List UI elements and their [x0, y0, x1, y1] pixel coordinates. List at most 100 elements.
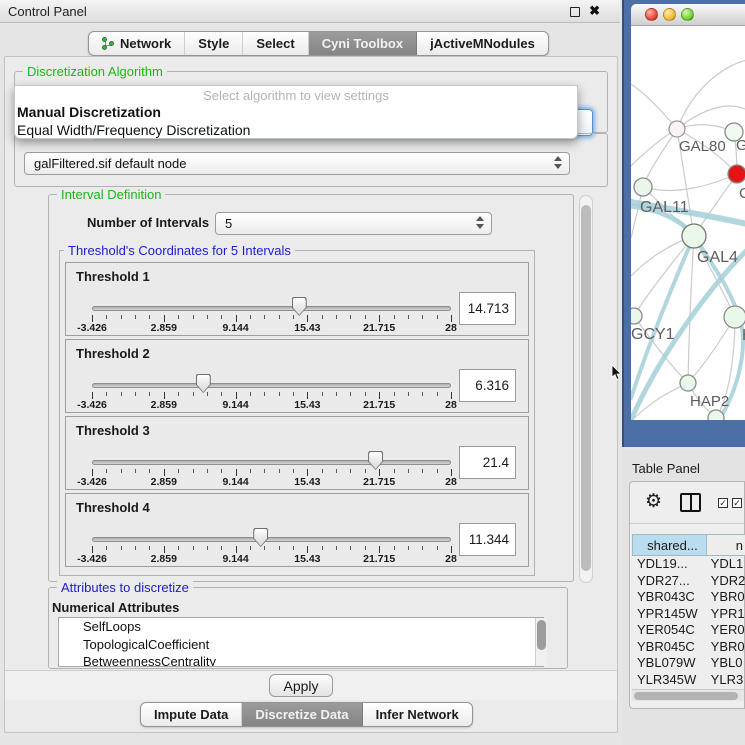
tab-infer-network[interactable]: Infer Network: [363, 703, 472, 726]
panel-title: Control Panel: [8, 4, 87, 19]
mac-zoom-icon[interactable]: [681, 8, 694, 21]
popup-item-manual-discretization[interactable]: Manual Discretization: [15, 103, 577, 121]
network-graph: GAL80GACGAL11GAL4GCY1HHAP2: [631, 26, 745, 420]
threshold-slider[interactable]: [92, 537, 451, 542]
table-panel: Table Panel ⚙ ✓ ✓ shared... n YDL19...YD…: [622, 450, 745, 745]
node-label: GA: [736, 137, 745, 154]
settings-vertical-scrollbar[interactable]: [579, 195, 593, 583]
slider-thumb-icon[interactable]: [196, 374, 211, 393]
combo-arrows-icon: [475, 216, 484, 229]
checkbox-icon[interactable]: ✓: [718, 498, 728, 508]
gear-icon[interactable]: ⚙: [645, 490, 662, 513]
threshold-slider[interactable]: [92, 383, 451, 388]
column-header-shared[interactable]: shared...: [632, 534, 707, 556]
column-header-name[interactable]: n: [707, 534, 745, 556]
node-label: GAL11: [640, 199, 689, 216]
mouse-cursor: [611, 365, 623, 381]
attribute-item[interactable]: SelfLoops: [59, 618, 543, 636]
apply-strip: Apply: [5, 670, 617, 700]
table-body: YDL19...YDL1YDR27...YDR2YBR043CYBR0YPR14…: [632, 556, 745, 684]
threshold-slider[interactable]: [92, 460, 451, 465]
network-node[interactable]: [680, 375, 696, 391]
network-node[interactable]: [634, 178, 652, 196]
threshold-value-field[interactable]: 14.713: [459, 292, 516, 325]
network-edge: [688, 317, 735, 383]
scrollbar-thumb[interactable]: [581, 205, 591, 571]
threshold-slider[interactable]: [92, 306, 451, 311]
tab-select[interactable]: Select: [243, 32, 308, 55]
close-icon[interactable]: ✖: [589, 3, 600, 19]
network-edge: [631, 84, 677, 129]
table-row[interactable]: YER054CYER0: [632, 622, 745, 639]
cyni-toolbox-panel: Discretization Algorithm Table Data galF…: [4, 56, 618, 733]
mac-close-icon[interactable]: [645, 8, 658, 21]
scrollbar-thumb[interactable]: [537, 620, 546, 650]
table-header: shared... n: [632, 534, 745, 556]
table-horizontal-scrollbar[interactable]: [632, 689, 744, 701]
attribute-item[interactable]: TopologicalCoefficient: [59, 636, 543, 654]
tab-jactivemnodules[interactable]: jActiveMNodules: [417, 32, 548, 55]
table-row[interactable]: YBR043CYBR0: [632, 589, 745, 606]
slider-thumb-icon[interactable]: [292, 297, 307, 316]
attribute-item[interactable]: BetweennessCentrality: [59, 653, 543, 667]
tab-impute-data[interactable]: Impute Data: [141, 703, 242, 726]
cyni-mode-tabs: Impute Data Discretize Data Infer Networ…: [140, 702, 473, 727]
node-table: ⚙ ✓ ✓ shared... n YDL19...YDL1YDR27...YD…: [629, 481, 745, 709]
network-window-titlebar[interactable]: [631, 4, 745, 26]
network-node[interactable]: [708, 410, 724, 420]
threshold-panel: Threshold 4 -3.4262.8599.14415.4321.7152…: [65, 493, 529, 567]
threshold-label: Threshold 2: [76, 346, 150, 361]
slider-thumb-icon[interactable]: [368, 451, 383, 470]
network-node[interactable]: [669, 121, 685, 137]
network-node[interactable]: [682, 224, 706, 248]
checkbox-icon[interactable]: ✓: [732, 498, 742, 508]
table-row[interactable]: YDL19...YDL1: [632, 556, 745, 573]
table-data-combo[interactable]: galFiltered.sif default node: [24, 152, 570, 175]
table-row[interactable]: YBL079WYBL0: [632, 655, 745, 672]
table-row[interactable]: YDR27...YDR2: [632, 573, 745, 590]
network-canvas[interactable]: GAL80GACGAL11GAL4GCY1HHAP2: [631, 26, 745, 420]
numerical-attributes-label: Numerical Attributes: [52, 600, 179, 615]
interval-definition-group: Interval Definition Number of Intervals …: [48, 194, 574, 582]
table-toolbar: ⚙ ✓ ✓: [630, 482, 744, 524]
popup-placeholder: Select algorithm to view settings: [15, 86, 577, 103]
number-of-intervals-label: Number of Intervals: [87, 215, 209, 230]
network-icon: [102, 37, 115, 51]
mac-minimize-icon[interactable]: [663, 8, 676, 21]
attributes-to-discretize-group: Attributes to discretize Numerical Attri…: [48, 587, 568, 669]
scrollbar-thumb[interactable]: [634, 692, 738, 700]
tab-cyni-toolbox[interactable]: Cyni Toolbox: [309, 32, 417, 55]
network-view-window: GAL80GACGAL11GAL4GCY1HHAP2: [622, 0, 745, 447]
thresholds-group: Threshold's Coordinates for 5 Intervals …: [59, 250, 535, 576]
threshold-value-field[interactable]: 11.344: [459, 523, 516, 556]
tab-style[interactable]: Style: [185, 32, 243, 55]
network-node[interactable]: [631, 308, 642, 324]
tab-network[interactable]: Network: [89, 32, 185, 55]
group-title: Attributes to discretize: [57, 580, 193, 595]
threshold-panel: Threshold 3 -3.4262.8599.14415.4321.7152…: [65, 416, 529, 490]
threshold-value-field[interactable]: 6.316: [459, 369, 516, 402]
apply-button[interactable]: Apply: [269, 674, 333, 697]
attributes-scrollbar[interactable]: [535, 618, 547, 666]
group-title: Discretization Algorithm: [23, 64, 167, 79]
network-edge: [688, 236, 694, 383]
float-window-icon[interactable]: [570, 7, 580, 17]
split-columns-icon[interactable]: [680, 493, 701, 512]
threshold-label: Threshold 1: [76, 269, 150, 284]
combo-arrows-icon: [553, 156, 562, 169]
network-node[interactable]: [724, 306, 745, 328]
threshold-value-field[interactable]: 21.4: [459, 446, 516, 479]
popup-item-equal-width-frequency[interactable]: Equal Width/Frequency Discretization: [15, 121, 577, 139]
table-row[interactable]: YBR045CYBR0: [632, 639, 745, 656]
numerical-attributes-list[interactable]: SelfLoopsTopologicalCoefficientBetweenne…: [58, 617, 544, 667]
group-title: Threshold's Coordinates for 5 Intervals: [64, 243, 295, 258]
tab-discretize-data[interactable]: Discretize Data: [242, 703, 362, 726]
number-of-intervals-combo[interactable]: 5: [215, 212, 492, 235]
network-edge: [643, 129, 677, 187]
network-node[interactable]: [728, 165, 745, 183]
slider-thumb-icon[interactable]: [253, 528, 268, 547]
threshold-label: Threshold 3: [76, 423, 150, 438]
table-row[interactable]: YPR145WYPR1: [632, 606, 745, 623]
table-row[interactable]: YLR345WYLR3: [632, 672, 745, 685]
threshold-label: Threshold 4: [76, 500, 150, 515]
